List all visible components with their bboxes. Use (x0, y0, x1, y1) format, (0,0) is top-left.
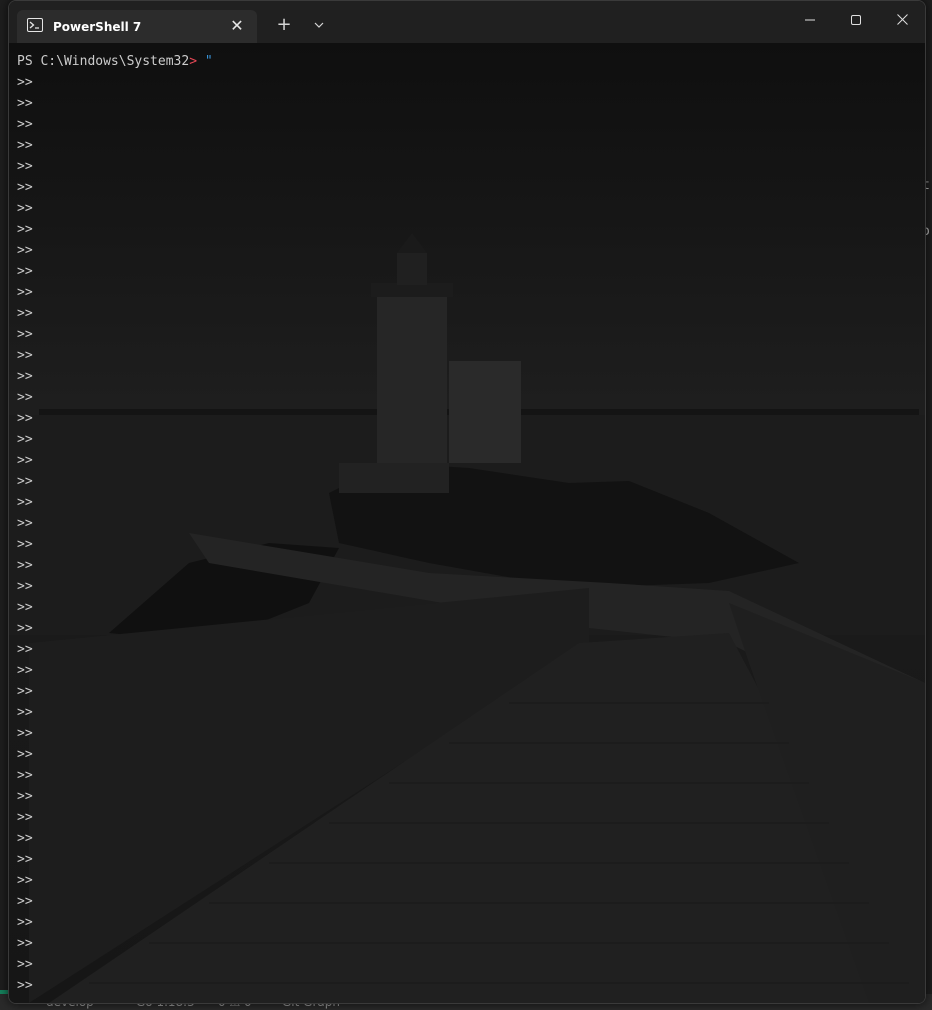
continuation-prompt: >> (17, 411, 33, 426)
continuation-prompt: >> (17, 306, 33, 321)
continuation-prompt: >> (17, 852, 33, 867)
prompt-arrow: > (189, 54, 198, 69)
continuation-prompt: >> (17, 663, 33, 678)
continuation-prompt: >> (17, 285, 33, 300)
continuation-prompt: >> (17, 243, 33, 258)
continuation-prompt: >> (17, 768, 33, 783)
continuation-prompt: >> (17, 138, 33, 153)
continuation-prompt: >> (17, 432, 33, 447)
continuation-prompt: >> (17, 936, 33, 951)
typed-text: " (197, 54, 213, 69)
continuation-prompt: >> (17, 558, 33, 573)
close-icon[interactable]: ✕ (227, 16, 247, 36)
continuation-prompt: >> (17, 726, 33, 741)
continuation-prompt: >> (17, 747, 33, 762)
tab-title: PowerShell 7 (53, 20, 142, 34)
title-bar[interactable]: PowerShell 7 ✕ + (9, 1, 925, 43)
continuation-prompt: >> (17, 957, 33, 972)
terminal-window: PowerShell 7 ✕ + PS C:\Windows\System32>… (8, 0, 926, 1004)
plus-icon[interactable]: + (269, 11, 299, 39)
continuation-prompt: >> (17, 327, 33, 342)
continuation-prompt: >> (17, 495, 33, 510)
continuation-prompt: >> (17, 579, 33, 594)
continuation-prompt: >> (17, 810, 33, 825)
terminal-content[interactable]: PS C:\Windows\System32> " >> >> >> >> >>… (9, 43, 925, 1003)
continuation-prompt: >> (17, 516, 33, 531)
continuation-prompt: >> (17, 474, 33, 489)
continuation-prompt: >> (17, 453, 33, 468)
continuation-prompt: >> (17, 369, 33, 384)
continuation-prompt: >> (17, 390, 33, 405)
terminal-output: PS C:\Windows\System32> " >> >> >> >> >>… (17, 51, 213, 996)
continuation-prompt: >> (17, 642, 33, 657)
continuation-prompt: >> (17, 159, 33, 174)
continuation-prompt: >> (17, 348, 33, 363)
continuation-prompt: >> (17, 600, 33, 615)
powershell-icon (27, 18, 43, 32)
tab-powershell[interactable]: PowerShell 7 ✕ (17, 10, 257, 43)
continuation-prompt: >> (17, 621, 33, 636)
continuation-prompt: >> (17, 894, 33, 909)
continuation-prompt: >> (17, 117, 33, 132)
maximize-icon[interactable] (833, 5, 879, 37)
continuation-prompt: >> (17, 264, 33, 279)
continuation-prompt: >> (17, 96, 33, 111)
continuation-prompt: >> (17, 201, 33, 216)
continuation-prompt: >> (17, 75, 33, 90)
continuation-prompt: >> (17, 915, 33, 930)
continuation-prompt: >> (17, 831, 33, 846)
continuation-prompt: >> (17, 537, 33, 552)
continuation-prompt: >> (17, 222, 33, 237)
close-icon[interactable] (879, 5, 925, 37)
continuation-prompt: >> (17, 978, 33, 993)
continuation-prompt: >> (17, 705, 33, 720)
continuation-prompt: >> (17, 789, 33, 804)
chevron-down-icon[interactable] (304, 11, 334, 39)
minimize-icon[interactable] (787, 5, 833, 37)
continuation-prompt: >> (17, 684, 33, 699)
prompt-prefix: PS C:\Windows\System32 (17, 54, 190, 69)
continuation-prompt: >> (17, 180, 33, 195)
continuation-prompt: >> (17, 873, 33, 888)
